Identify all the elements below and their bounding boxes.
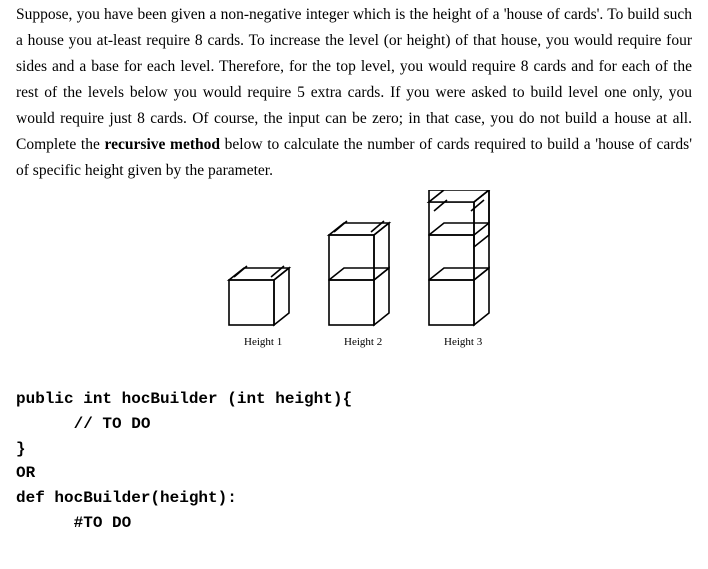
problem-paragraph: Suppose, you have been given a non-negat…: [16, 2, 692, 184]
problem-document: Suppose, you have been given a non-negat…: [0, 0, 708, 536]
java-close-brace: }: [16, 440, 26, 458]
or-separator: OR: [16, 464, 35, 482]
problem-text-part1: Suppose, you have been given a non-negat…: [16, 6, 692, 153]
problem-text-bold: recursive method: [105, 136, 220, 153]
label-height-3: Height 3: [444, 336, 483, 348]
houses-svg: Height 1 Height 2 Height 3: [189, 190, 519, 360]
code-block: public int hocBuilder (int height){ // T…: [16, 362, 692, 536]
python-todo-comment: #TO DO: [16, 514, 131, 532]
java-signature: public int hocBuilder (int height){: [16, 390, 352, 408]
java-todo-comment: // TO DO: [16, 415, 150, 433]
label-height-1: Height 1: [244, 336, 282, 348]
python-signature: def hocBuilder(height):: [16, 489, 237, 507]
house-of-cards-diagram: Height 1 Height 2 Height 3: [16, 190, 692, 360]
label-height-2: Height 2: [344, 336, 382, 348]
